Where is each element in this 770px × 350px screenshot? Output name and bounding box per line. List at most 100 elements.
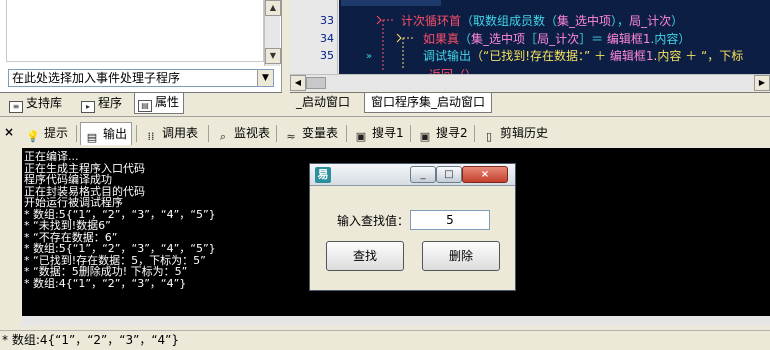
program-icon: ▸ xyxy=(81,101,95,113)
app-icon: 易 xyxy=(315,167,331,183)
output-line: 正在编译... xyxy=(24,150,79,163)
tab-watch-label: 监视表 xyxy=(234,126,271,140)
dialog-title-bar[interactable]: 易 _ □ × xyxy=(310,164,515,186)
code-line-loop[interactable]: 计次循环首（取数组成员数（集_选中项），局_计次） xyxy=(401,12,683,29)
event-handler-select[interactable]: 在此处选择加入事件处理子程序 ▼ xyxy=(8,69,274,87)
tab-divider xyxy=(410,125,411,142)
code-line-debug-output[interactable]: 调试输出（“已找到!存在数据：” ＋ 编辑框1.内容 ＋ “，下标 xyxy=(423,47,743,64)
tab-search1[interactable]: ▣ 搜寻1 xyxy=(350,122,408,145)
line-number: 33 xyxy=(320,14,334,27)
tab-search1-label: 搜寻1 xyxy=(372,126,404,140)
panel-separator xyxy=(0,116,770,119)
code-token: ［ xyxy=(525,32,538,46)
find-button[interactable]: 查找 xyxy=(326,241,404,271)
tab-output-label: 输出 xyxy=(103,127,128,141)
code-token: ）， xyxy=(611,14,630,28)
tab-call-table[interactable]: ⁞⁞ 调用表 xyxy=(140,122,202,145)
property-panel: ▲ ▼ 在此处选择加入事件处理子程序 ▼ xyxy=(0,0,282,92)
code-token: （取数组成员数（ xyxy=(461,14,558,28)
tab-properties[interactable]: ▤ 属性 xyxy=(134,93,185,114)
code-horizontal-scrollbar[interactable]: ◀ ▶ xyxy=(290,74,770,91)
find-value-input[interactable]: 5 xyxy=(410,210,490,230)
tab-clip-history-label: 剪辑历史 xyxy=(500,126,549,140)
tab-variables[interactable]: ≈ 变量表 xyxy=(280,122,342,145)
tab-watch[interactable]: ⌕ 监视表 xyxy=(212,122,274,145)
chevron-down-icon[interactable]: ▼ xyxy=(257,70,273,86)
tab-library[interactable]: ≡ 支持库 xyxy=(6,94,67,113)
scroll-down-arrow-icon[interactable]: ▼ xyxy=(265,48,281,64)
search1-icon: ▣ xyxy=(355,130,367,143)
tab-divider xyxy=(136,125,137,142)
tab-divider xyxy=(76,125,77,142)
maximize-icon[interactable]: □ xyxy=(436,166,462,183)
code-token: .内容 ＋ “，下标 xyxy=(653,49,744,63)
tab-clip-history[interactable]: ▯ 剪辑历史 xyxy=(478,122,552,145)
close-icon[interactable]: × xyxy=(4,125,14,139)
tab-variables-label: 变量表 xyxy=(302,126,339,140)
editor-tabs: _启动窗口 窗口程序集_启动窗口 xyxy=(290,92,770,114)
svg-text:»: » xyxy=(366,51,372,62)
code-token: .内容 xyxy=(650,32,679,46)
tab-window-assembly[interactable]: 窗口程序集_启动窗口 xyxy=(364,93,493,113)
code-token: 编辑框1 xyxy=(609,49,654,63)
property-scrollbar[interactable]: ▲ ▼ xyxy=(264,0,281,66)
call-table-icon: ⁞⁞ xyxy=(147,130,155,143)
tab-start-window-label: _启动窗口 xyxy=(296,95,351,109)
minimize-icon[interactable]: _ xyxy=(410,166,436,183)
tab-divider xyxy=(208,125,209,142)
tab-start-window[interactable]: _启动窗口 xyxy=(290,93,356,113)
code-token: 集_选中项 xyxy=(557,14,612,28)
output-icon: ▤ xyxy=(86,131,98,144)
code-token: 编辑框1 xyxy=(606,32,651,46)
tab-divider xyxy=(276,125,277,142)
tab-library-label: 支持库 xyxy=(26,96,63,110)
scroll-right-arrow-icon[interactable]: ▶ xyxy=(754,75,770,91)
clip-history-icon: ▯ xyxy=(485,130,493,143)
left-panel-tabs: ≡ 支持库 ▸ 程序 ▤ 属性 xyxy=(0,92,282,114)
code-token: 局_计次 xyxy=(629,14,672,28)
tab-call-table-label: 调用表 xyxy=(162,126,199,140)
code-editor[interactable]: » 计次循环首（取数组成员数（集_选中项），局_计次） 如果真（集_选中项［局_… xyxy=(339,0,770,74)
tab-divider xyxy=(346,125,347,142)
variable-icon: ≈ xyxy=(286,130,296,143)
line-number: 35 xyxy=(320,49,334,62)
scroll-up-arrow-icon[interactable]: ▲ xyxy=(265,0,281,16)
code-token: （“已找到!存在数据：” ＋ xyxy=(471,49,610,63)
code-token: 集_选中项 xyxy=(471,32,526,46)
tab-program[interactable]: ▸ 程序 xyxy=(78,94,127,113)
tab-hint[interactable]: 💡 提示 xyxy=(22,122,72,145)
code-token: 局_计次 xyxy=(537,32,580,46)
output-horizontal-scrollbar[interactable] xyxy=(22,316,770,326)
tab-search2-label: 搜寻2 xyxy=(436,126,468,140)
tab-window-assembly-label: 窗口程序集_启动窗口 xyxy=(371,95,486,109)
scroll-left-arrow-icon[interactable]: ◀ xyxy=(290,75,306,91)
status-text: * 数组:4{“1”，“2”，“3”，“4”} xyxy=(2,333,180,347)
code-token: ） xyxy=(678,32,691,46)
tab-properties-label: 属性 xyxy=(155,95,180,109)
find-dialog: 易 _ □ × 输入查找值： 5 查找 删除 xyxy=(309,163,516,291)
status-bar: * 数组:4{“1”，“2”，“3”，“4”} xyxy=(0,330,770,350)
hint-icon: 💡 xyxy=(26,130,40,143)
library-icon: ≡ xyxy=(9,101,23,113)
search2-icon: ▣ xyxy=(419,130,431,143)
tab-program-label: 程序 xyxy=(98,96,123,110)
code-token: ） xyxy=(671,14,684,28)
close-icon[interactable]: × xyxy=(462,166,508,183)
delete-button[interactable]: 删除 xyxy=(422,241,500,271)
line-number-gutter: 33 34 35 xyxy=(290,0,338,74)
code-token: 如果真 xyxy=(423,32,460,46)
property-grid[interactable] xyxy=(6,0,264,62)
code-token: 计次循环首 xyxy=(401,14,462,28)
code-token: （ xyxy=(459,32,472,46)
scroll-thumb[interactable] xyxy=(306,77,326,89)
code-line-return[interactable]: 返回（） xyxy=(429,66,477,74)
find-value-label: 输入查找值： xyxy=(337,214,410,228)
line-number: 34 xyxy=(320,32,334,45)
code-line-if[interactable]: 如果真（集_选中项［局_计次］＝ 编辑框1.内容） xyxy=(423,30,690,47)
tab-search2[interactable]: ▣ 搜寻2 xyxy=(414,122,472,145)
tab-output[interactable]: ▤ 输出 xyxy=(80,122,133,145)
watch-icon: ⌕ xyxy=(219,130,227,143)
code-token: ］＝ xyxy=(579,32,607,46)
event-handler-select-value: 在此处选择加入事件处理子程序 xyxy=(12,71,181,85)
properties-icon: ▤ xyxy=(138,100,152,112)
